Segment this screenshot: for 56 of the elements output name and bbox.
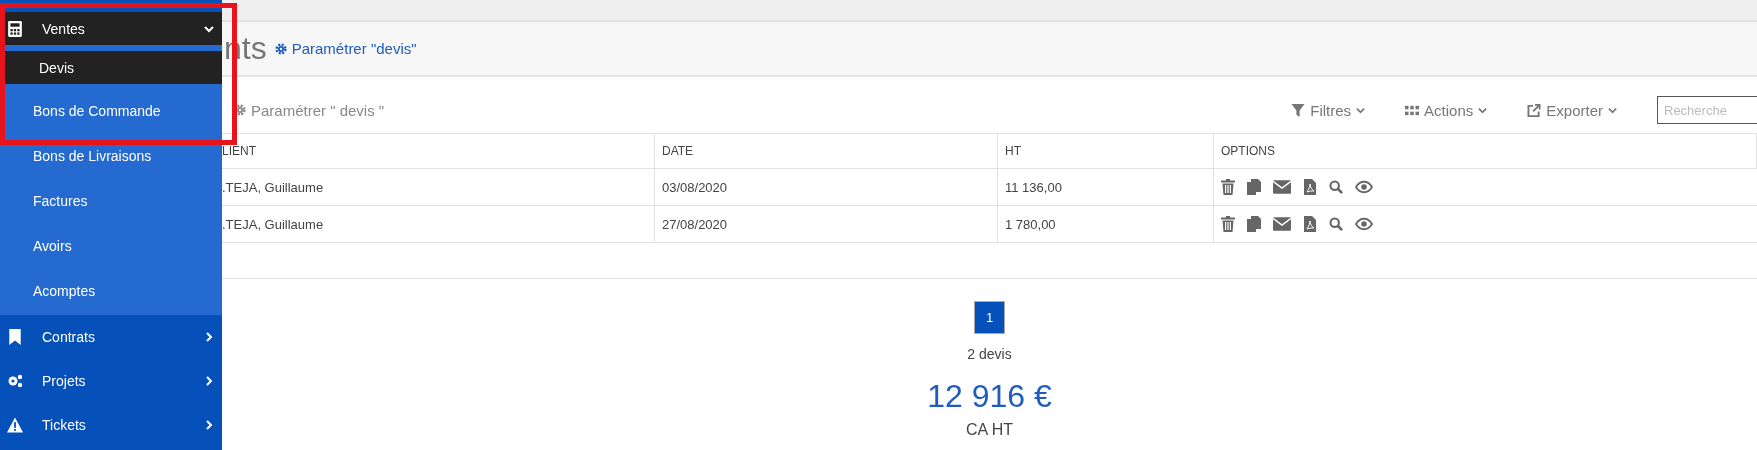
delete-icon[interactable] [1221, 216, 1235, 232]
caret-icon [1478, 105, 1488, 115]
actions-dropdown[interactable]: Actions [1405, 101, 1488, 119]
eye-icon[interactable] [1355, 179, 1373, 195]
total-label: CA HT [965, 421, 1014, 439]
calculator-icon [7, 20, 23, 37]
column-header: DATE [654, 133, 998, 169]
eye-icon[interactable] [1355, 216, 1373, 232]
filter-dropdown[interactable]: Filtres [1291, 101, 1366, 119]
grid-icon [1405, 103, 1420, 117]
sidebar-item[interactable]: Tickets [0, 403, 222, 447]
chevron-right-icon [204, 332, 214, 342]
search-icon[interactable] [1329, 216, 1343, 232]
total-amount: 12 916 € [927, 378, 1052, 415]
table-cell: .TEJA, Guillaume [222, 168, 655, 206]
delete-icon[interactable] [1221, 179, 1235, 195]
pdf-file-icon[interactable] [1303, 216, 1317, 232]
settings-icon [234, 104, 246, 116]
filter-icon [1291, 103, 1306, 117]
table-cell: 1 780,00 [997, 205, 1214, 243]
settings-link[interactable]: Paramétrer "devis" [274, 40, 417, 57]
column-header: HT [997, 133, 1214, 169]
mail-icon[interactable] [1273, 179, 1291, 195]
chevron-down-icon [204, 23, 214, 34]
sidebar-item[interactable]: Contrats [0, 315, 222, 359]
submenu-item[interactable]: Acomptes [0, 268, 222, 313]
record-count: 2 devis [967, 346, 1012, 362]
table-cell: 11 136,00 [997, 168, 1214, 206]
search-icon[interactable] [1329, 179, 1343, 195]
sidebar-item[interactable]: Projets [0, 359, 222, 403]
column-header: OPTIONS [1213, 133, 1757, 169]
export-dropdown[interactable]: Exporter [1527, 101, 1617, 119]
gears-icon [7, 373, 23, 389]
table-cell: 27/08/2020 [654, 205, 998, 243]
caret-icon [1608, 105, 1617, 115]
mail-icon[interactable] [1273, 216, 1291, 232]
copy-icon[interactable] [1247, 179, 1261, 195]
external-link-icon [1527, 103, 1542, 117]
settings-icon [274, 42, 287, 55]
search-field[interactable]: Recherche [1657, 96, 1757, 124]
submenu-item[interactable]: Avoirs [0, 223, 222, 268]
bookmark-icon [7, 329, 23, 345]
submenu-item[interactable]: Bons de Livraisons [0, 133, 222, 178]
column-header: LIENT [222, 133, 655, 169]
chevron-right-icon [204, 376, 214, 386]
submenu-item[interactable]: Bons de Commande [0, 88, 222, 133]
submenu-item[interactable]: Factures [0, 178, 222, 223]
table-cell: .TEJA, Guillaume [222, 205, 655, 243]
settings-link[interactable]: Paramétrer " devis " [234, 101, 385, 119]
warning-icon [7, 417, 23, 433]
pdf-file-icon[interactable] [1303, 179, 1317, 195]
page-button[interactable]: 1 [974, 301, 1005, 334]
caret-icon [1356, 105, 1366, 115]
table-cell: 03/08/2020 [654, 168, 998, 206]
chevron-right-icon [204, 420, 214, 430]
copy-icon[interactable] [1247, 216, 1261, 232]
